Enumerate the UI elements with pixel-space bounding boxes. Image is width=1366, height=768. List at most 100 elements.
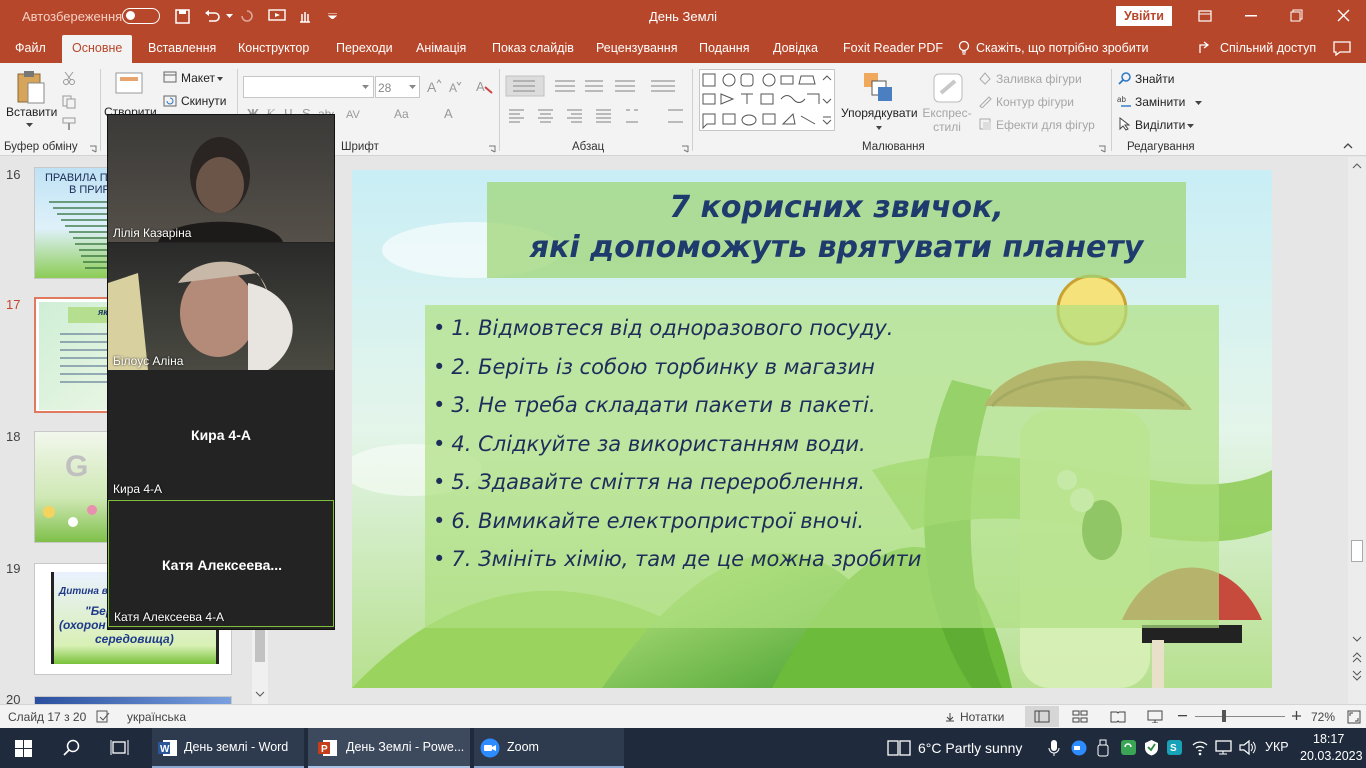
network-icon[interactable] <box>1192 739 1208 757</box>
tab-design[interactable]: Конструктор <box>238 41 309 55</box>
font-size-dropdown-icon[interactable] <box>409 85 416 89</box>
tab-review[interactable]: Рецензування <box>596 41 677 55</box>
arrange-label[interactable]: Упорядкувати <box>841 106 918 120</box>
shapes-icons[interactable] <box>701 72 821 130</box>
weather-text[interactable]: 6°C Partly sunny <box>918 740 1022 756</box>
new-slide-icon[interactable] <box>114 69 144 97</box>
autosave-toggle[interactable] <box>122 8 160 24</box>
paste-label[interactable]: Вставити <box>6 105 57 119</box>
replace-button[interactable]: Замінити <box>1135 95 1185 109</box>
paste-dropdown-icon[interactable] <box>26 123 33 127</box>
shapes-scroll-icon[interactable] <box>822 75 832 125</box>
usb-icon[interactable] <box>1097 739 1109 757</box>
taskbar-zoom[interactable]: Zoom <box>474 728 624 768</box>
taskbar-word[interactable]: W День землі - Word <box>152 728 304 768</box>
task-view-icon[interactable] <box>110 739 129 757</box>
customize-toolbar-icon[interactable] <box>328 13 337 19</box>
reset-button[interactable]: Скинути <box>181 94 226 108</box>
shape-effects-icon[interactable] <box>978 117 992 131</box>
arrange-dropdown-icon[interactable] <box>876 126 882 130</box>
select-button[interactable]: Виділити <box>1135 118 1185 132</box>
editor-scrollbar[interactable] <box>1348 157 1366 704</box>
close-icon[interactable] <box>1337 9 1350 22</box>
current-slide[interactable]: 7 корисних звичок, які допоможуть врятув… <box>352 170 1272 688</box>
redo-icon[interactable] <box>240 9 254 23</box>
save-icon[interactable] <box>175 9 190 24</box>
layout-button[interactable]: Макет <box>181 71 215 85</box>
next-slide-icon[interactable] <box>1352 670 1362 682</box>
normal-view-icon[interactable] <box>1034 710 1050 723</box>
clear-formatting-icon[interactable]: A <box>475 78 493 94</box>
zoom-video-tile[interactable]: Кира 4-А Кира 4-А <box>108 371 334 498</box>
tab-view[interactable]: Подання <box>699 41 749 55</box>
notes-button[interactable]: Нотатки <box>960 710 1004 724</box>
touch-mode-icon[interactable] <box>297 8 313 24</box>
find-button[interactable]: Знайти <box>1135 72 1174 86</box>
share-button[interactable]: Спільний доступ <box>1220 41 1316 55</box>
zoom-level[interactable]: 72% <box>1311 710 1335 724</box>
clipboard-launcher-icon[interactable] <box>89 145 97 153</box>
shape-fill-icon[interactable] <box>978 71 992 85</box>
keyboard-language[interactable]: УКР <box>1265 740 1289 754</box>
tab-animations[interactable]: Анімація <box>416 41 466 55</box>
font-name-input[interactable] <box>243 76 374 98</box>
zoom-in-icon[interactable] <box>1292 711 1302 721</box>
clock-date[interactable]: 20.03.2023 <box>1300 749 1363 763</box>
shape-effects-button[interactable]: Ефекти для фігур <box>996 118 1095 132</box>
microphone-icon[interactable] <box>1048 739 1060 757</box>
copy-icon[interactable] <box>62 95 76 109</box>
arrange-icon[interactable] <box>862 71 894 103</box>
font-launcher-icon[interactable] <box>488 145 496 153</box>
quick-styles-icon[interactable] <box>931 71 965 105</box>
tab-slideshow[interactable]: Показ слайдів <box>492 41 574 55</box>
tab-foxit[interactable]: Foxit Reader PDF <box>843 41 943 55</box>
clock-time[interactable]: 18:17 <box>1313 732 1344 746</box>
drawing-launcher-icon[interactable] <box>1098 145 1106 153</box>
start-slideshow-icon[interactable] <box>268 8 286 24</box>
zoom-slider[interactable] <box>1195 716 1285 717</box>
spellcheck-icon[interactable] <box>96 710 110 723</box>
taskbar-powerpoint[interactable]: P День Землі - Powe... <box>308 728 470 768</box>
restore-icon[interactable] <box>1290 9 1303 22</box>
teams-tray-icon[interactable]: S <box>1166 739 1183 756</box>
font-name-dropdown-icon[interactable] <box>362 85 369 89</box>
tab-help[interactable]: Довідка <box>773 41 818 55</box>
volume-icon[interactable] <box>1239 739 1257 756</box>
app-tray-icon-green[interactable] <box>1120 739 1137 756</box>
shape-fill-button[interactable]: Заливка фігури <box>996 72 1082 86</box>
content-box[interactable]: • 1. Відмовтеся від одноразового посуду. … <box>425 305 1219 628</box>
paste-icon[interactable] <box>14 69 48 107</box>
replace-dropdown-icon[interactable] <box>1195 101 1202 105</box>
zoom-video-panel[interactable]: Лілія Казаріна Білоус Аліна Кира 4-А Кир… <box>107 114 335 630</box>
scroll-up-icon[interactable] <box>1352 162 1362 170</box>
zoom-video-tile[interactable]: Лілія Казаріна <box>108 115 334 242</box>
alignment-icons[interactable] <box>508 108 688 124</box>
scroll-down-icon[interactable] <box>255 690 265 698</box>
list-indent-icons[interactable] <box>505 75 685 97</box>
quick-styles-label[interactable]: Експрес-стилі <box>922 106 972 134</box>
shape-outline-button[interactable]: Контур фігури <box>996 95 1074 109</box>
tab-insert[interactable]: Вставлення <box>148 41 216 55</box>
search-icon[interactable] <box>63 739 81 757</box>
zoom-video-tile[interactable]: Білоус Аліна <box>108 243 334 370</box>
layout-dropdown-icon[interactable] <box>217 77 223 81</box>
display-settings-icon[interactable] <box>1215 739 1232 756</box>
select-dropdown-icon[interactable] <box>1187 124 1194 128</box>
shape-outline-icon[interactable] <box>978 94 992 108</box>
cut-icon[interactable] <box>62 71 76 85</box>
tab-transitions[interactable]: Переходи <box>336 41 393 55</box>
zoom-out-icon[interactable] <box>1178 715 1188 717</box>
signin-button[interactable]: Увійти <box>1116 6 1172 26</box>
title-box[interactable]: 7 корисних звичок, які допоможуть врятув… <box>487 182 1186 278</box>
ribbon-display-icon[interactable] <box>1198 10 1212 22</box>
language-indicator[interactable]: українська <box>127 710 186 724</box>
font-effects-icons[interactable]: AV Aa A <box>344 105 474 121</box>
collapse-ribbon-icon[interactable] <box>1343 143 1353 149</box>
reading-view-icon[interactable] <box>1110 710 1126 723</box>
tab-file[interactable]: Файл <box>15 41 46 55</box>
shield-icon[interactable] <box>1143 739 1160 756</box>
undo-dropdown-icon[interactable] <box>226 14 233 18</box>
undo-icon[interactable] <box>204 9 220 23</box>
windows-start-icon[interactable] <box>15 740 32 757</box>
slideshow-view-icon[interactable] <box>1147 710 1163 723</box>
